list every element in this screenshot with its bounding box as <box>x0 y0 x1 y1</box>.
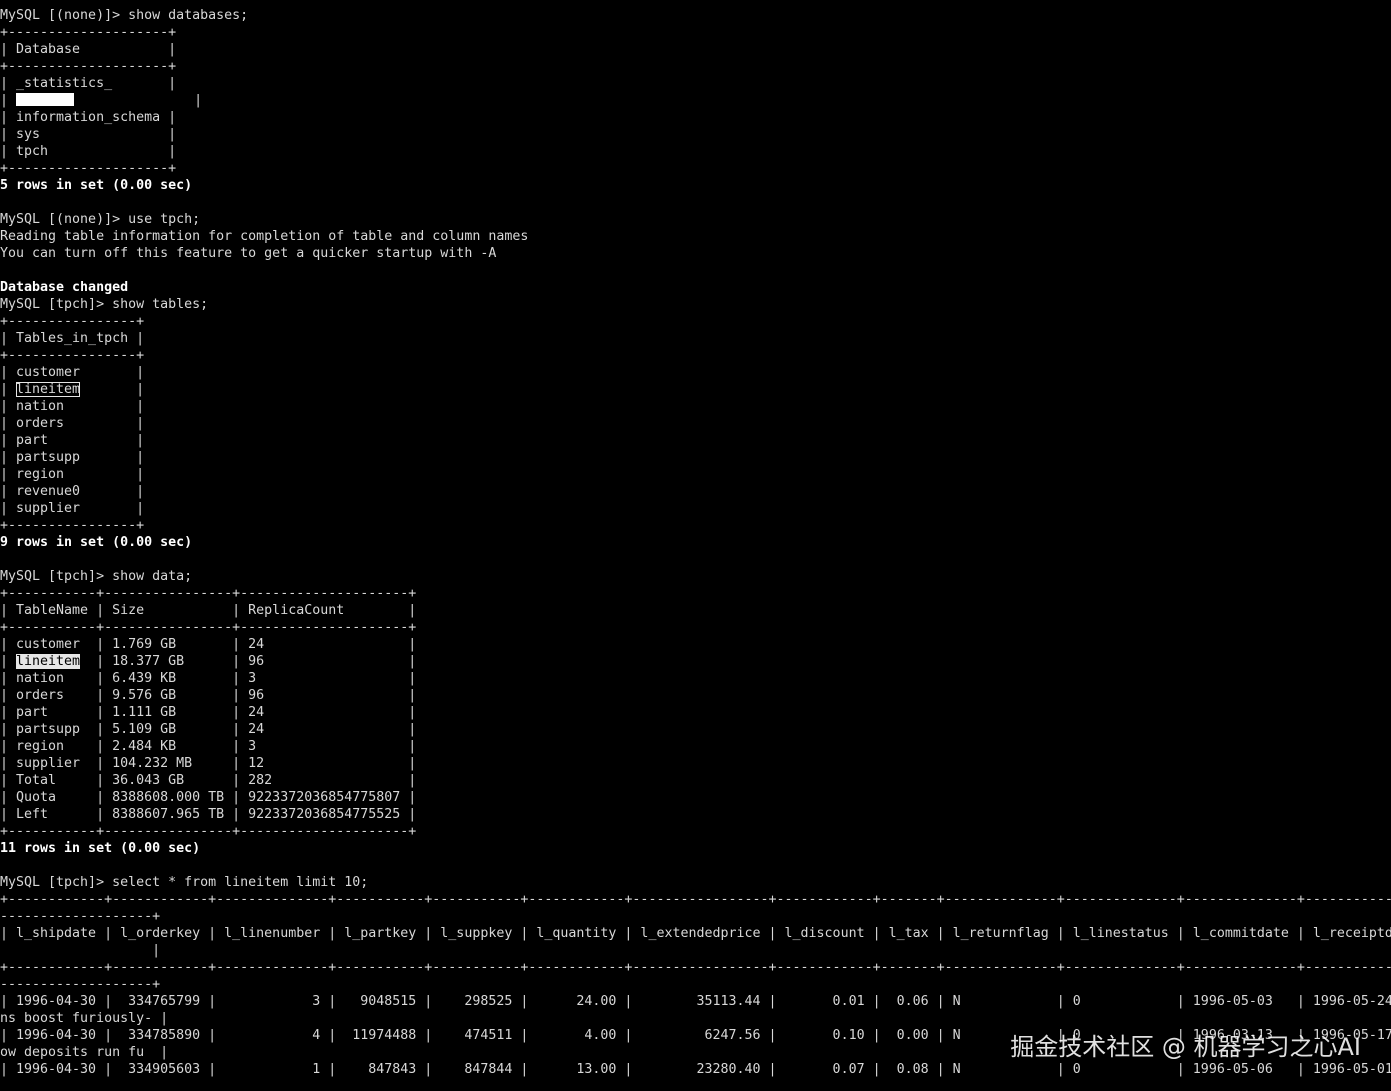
terminal-line: | nation | 6.439 KB | 3 | <box>0 671 417 686</box>
terminal-line: +----------------+ <box>0 518 145 533</box>
terminal-line: | customer | 1.769 GB | 24 | <box>0 637 417 652</box>
terminal-line: | partsupp | <box>0 450 145 465</box>
terminal-line: You can turn off this feature to get a q… <box>0 246 497 261</box>
terminal-line: | nation | <box>0 399 145 414</box>
terminal-text: | 18.377 GB | 96 | <box>80 654 417 669</box>
terminal-line: Database changed <box>0 280 129 295</box>
terminal-line: | information_schema | <box>0 110 177 125</box>
terminal-text: | <box>0 93 17 108</box>
terminal-line: | Total | 36.043 GB | 282 | <box>0 773 417 788</box>
terminal-line: | orders | 9.576 GB | 96 | <box>0 688 417 703</box>
terminal-output[interactable]: MySQL [(none)]> show databases; +--------… <box>0 7 1391 1091</box>
terminal-line: 5 rows in set (0.00 sec) <box>0 178 193 193</box>
terminal-line: +-----------+----------------+----------… <box>0 586 417 601</box>
terminal-line: MySQL [tpch]> select * from lineitem lim… <box>0 875 369 890</box>
terminal-line: +----------------+ <box>0 348 145 363</box>
terminal-line: | <box>0 943 161 958</box>
terminal-line: | Tables_in_tpch | <box>0 331 145 346</box>
terminal-line: | TableName | Size | ReplicaCount | <box>0 603 417 618</box>
terminal-line: | l_shipdate | l_orderkey | l_linenumber… <box>0 926 1391 941</box>
terminal-line: | part | 1.111 GB | 24 | <box>0 705 417 720</box>
terminal-line: +--------------------+ <box>0 25 177 40</box>
terminal-line: +------------+------------+-------------… <box>0 960 1391 975</box>
terminal-line: | Left | 8388607.965 TB | 92233720368547… <box>0 807 417 822</box>
terminal-line: | partsupp | 5.109 GB | 24 | <box>0 722 417 737</box>
terminal-line: MySQL [(none)]> show databases; <box>0 8 249 23</box>
terminal-line: | region | <box>0 467 145 482</box>
terminal-line: | _statistics_ | <box>0 76 177 91</box>
watermark: 掘金技术社区 @ 机器学习之心AI <box>1010 1033 1361 1061</box>
terminal-text: lineitem <box>16 654 81 669</box>
terminal-line: MySQL [tpch]> show data; <box>0 569 193 584</box>
terminal-line: | | <box>0 92 1391 109</box>
terminal-line: | orders | <box>0 416 145 431</box>
terminal-line: | revenue0 | <box>0 484 145 499</box>
terminal-text: | <box>74 93 203 108</box>
terminal-line: 9 rows in set (0.00 sec) <box>0 535 193 550</box>
terminal-line: ns boost furiously- | <box>0 1011 169 1026</box>
terminal-text: | <box>80 382 145 397</box>
terminal-line: | lineitem | 18.377 GB | 96 | <box>0 653 1391 670</box>
terminal-line: | customer | <box>0 365 145 380</box>
terminal-line: | lineitem | <box>0 381 1391 398</box>
terminal-line: +-----------+----------------+----------… <box>0 620 417 635</box>
terminal-line: | supplier | 104.232 MB | 12 | <box>0 756 417 771</box>
terminal-line: | region | 2.484 KB | 3 | <box>0 739 417 754</box>
terminal-line: | tpch | <box>0 144 177 159</box>
terminal-line: MySQL [(none)]> use tpch; <box>0 212 201 227</box>
terminal-line: | part | <box>0 433 145 448</box>
terminal-line: 11 rows in set (0.00 sec) <box>0 841 201 856</box>
terminal-line: +----------------+ <box>0 314 145 329</box>
terminal-line: Reading table information for completion… <box>0 229 529 244</box>
terminal-line: MySQL [tpch]> show tables; <box>0 297 209 312</box>
terminal-line: | Database | <box>0 42 177 57</box>
terminal-line: | 1996-04-30 | 334765799 | 3 | 9048515 |… <box>0 994 1391 1009</box>
terminal-line: +--------------------+ <box>0 161 177 176</box>
terminal-line: -------------------+ <box>0 909 161 924</box>
terminal-line: +--------------------+ <box>0 59 177 74</box>
terminal-line: | supplier | <box>0 501 145 516</box>
terminal-line: | Quota | 8388608.000 TB | 9223372036854… <box>0 790 417 805</box>
redacted-block <box>16 93 75 106</box>
terminal-text: | <box>0 382 17 397</box>
terminal-line: +-----------+----------------+----------… <box>0 824 417 839</box>
terminal-text: lineitem <box>16 382 81 397</box>
terminal-line: +------------+------------+-------------… <box>0 892 1391 907</box>
terminal-text: | <box>0 654 17 669</box>
terminal-line: -------------------+ <box>0 977 161 992</box>
terminal-line: | sys | <box>0 127 177 142</box>
